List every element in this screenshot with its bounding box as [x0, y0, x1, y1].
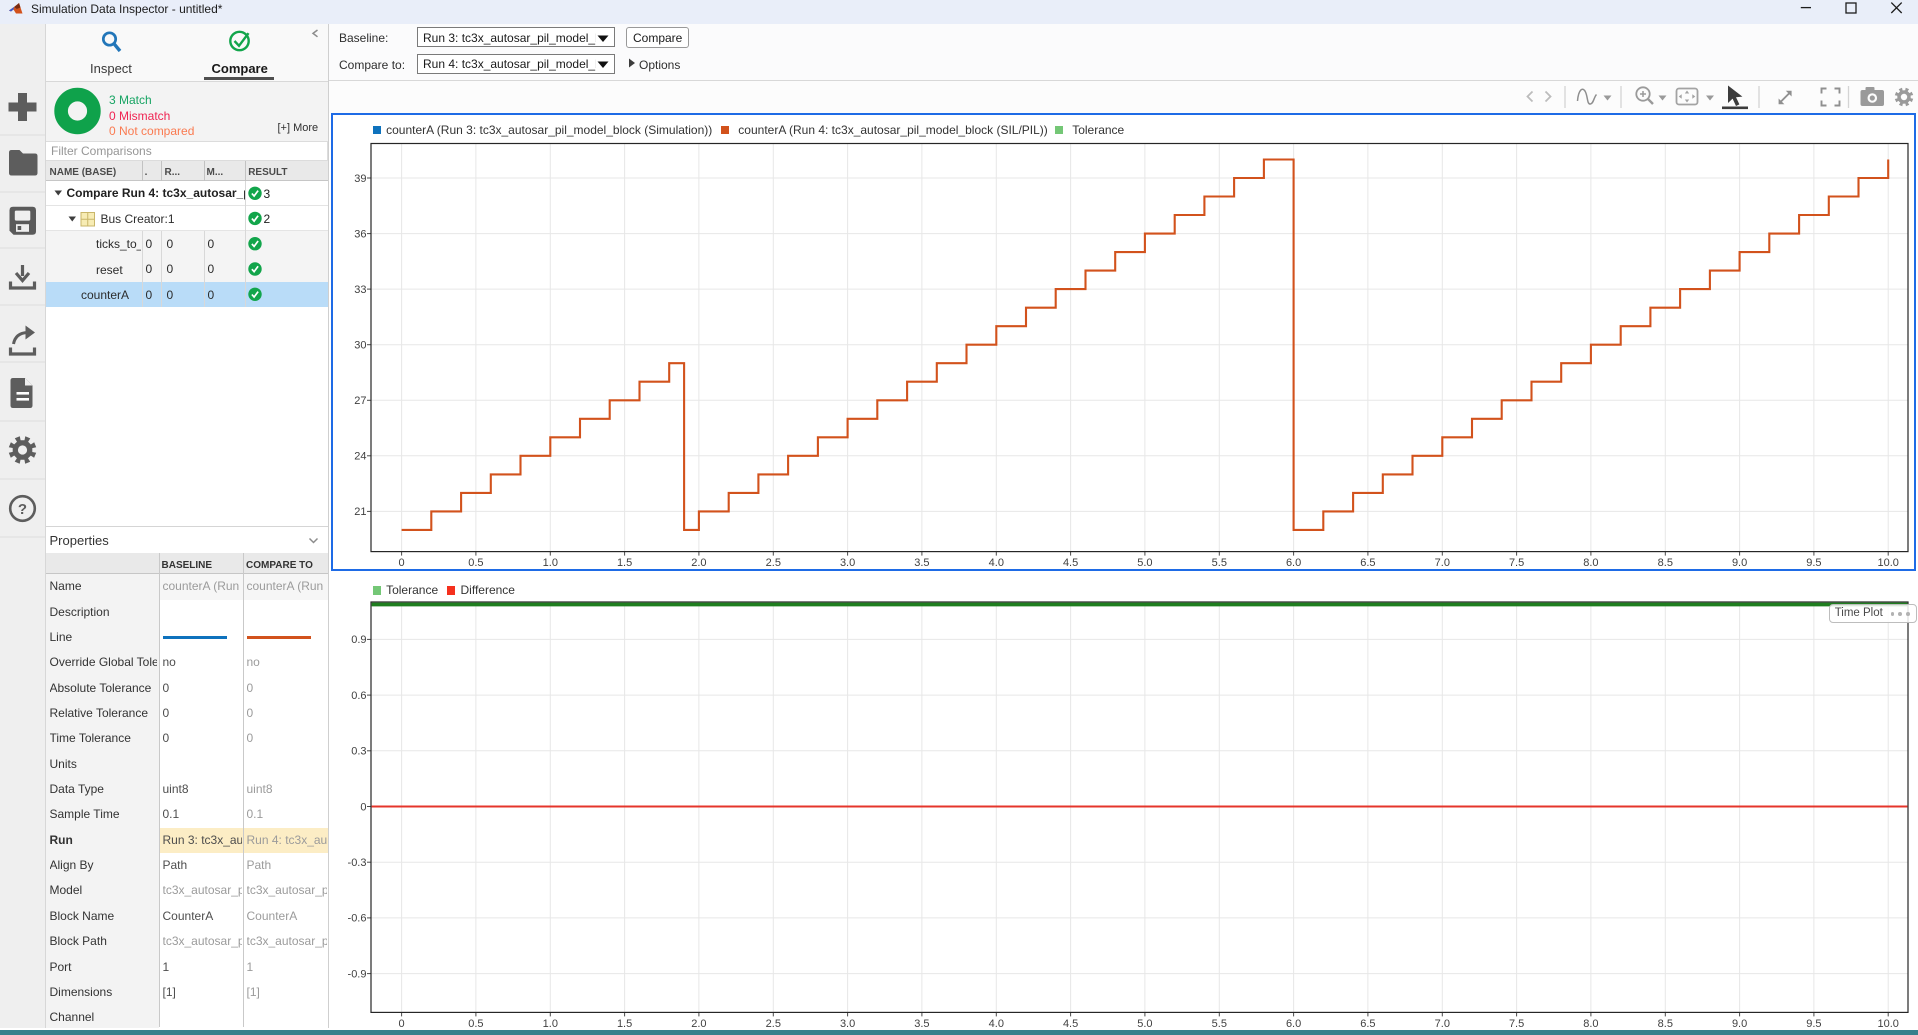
svg-text:-0.6: -0.6: [348, 913, 367, 925]
svg-text:0.3: 0.3: [351, 746, 366, 758]
svg-text:5.5: 5.5: [1212, 1018, 1227, 1030]
svg-text:0: 0: [360, 801, 366, 813]
svg-text:2.5: 2.5: [766, 1018, 781, 1030]
svg-text:3.0: 3.0: [840, 1018, 855, 1030]
svg-text:8.5: 8.5: [1658, 1018, 1673, 1030]
svg-text:1.5: 1.5: [617, 1018, 632, 1030]
svg-text:1.0: 1.0: [543, 1018, 558, 1030]
svg-text:0.5: 0.5: [468, 1018, 483, 1030]
svg-text:0.6: 0.6: [351, 690, 366, 702]
svg-text:4.5: 4.5: [1063, 1018, 1078, 1030]
svg-text:4.0: 4.0: [989, 1018, 1004, 1030]
svg-text:0.9: 0.9: [351, 634, 366, 646]
svg-text:-0.9: -0.9: [348, 968, 367, 980]
svg-text:3.5: 3.5: [914, 1018, 929, 1030]
svg-text:2.0: 2.0: [691, 1018, 706, 1030]
svg-text:8.0: 8.0: [1583, 1018, 1598, 1030]
svg-text:7.0: 7.0: [1435, 1018, 1450, 1030]
svg-text:6.0: 6.0: [1286, 1018, 1301, 1030]
svg-text:10.0: 10.0: [1877, 1018, 1898, 1030]
svg-text:0: 0: [399, 1018, 405, 1030]
svg-text:7.5: 7.5: [1509, 1018, 1524, 1030]
svg-text:5.0: 5.0: [1137, 1018, 1152, 1030]
svg-text:-0.3: -0.3: [348, 857, 367, 869]
svg-text:6.5: 6.5: [1360, 1018, 1375, 1030]
svg-text:9.5: 9.5: [1806, 1018, 1821, 1030]
svg-text:9.0: 9.0: [1732, 1018, 1747, 1030]
